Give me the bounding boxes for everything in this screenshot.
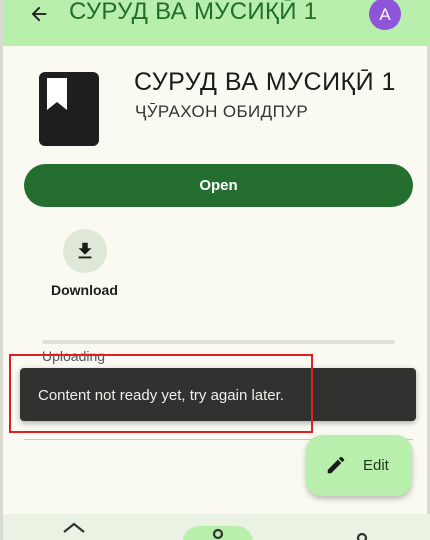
app-screen: СУРУД ВА МУСИҚӢ 1 A СУРУД ВА МУСИҚӢ 1 ҶӮ… — [0, 0, 430, 540]
nav-item-home[interactable] — [61, 514, 87, 540]
top-app-bar: СУРУД ВА МУСИҚӢ 1 A — [3, 0, 430, 46]
open-button[interactable]: Open — [24, 164, 413, 207]
arrow-back-icon — [31, 6, 47, 22]
download-button[interactable] — [63, 229, 107, 273]
nav-item-profile[interactable] — [205, 514, 231, 540]
highlight-box — [9, 354, 313, 433]
edit-fab[interactable]: Edit — [306, 435, 412, 496]
bookmark-icon — [47, 78, 67, 110]
download-icon — [78, 242, 92, 259]
person-pin-icon — [212, 528, 224, 540]
home-icon — [63, 522, 85, 533]
nav-item-account[interactable] — [349, 514, 375, 540]
edit-label: Edit — [363, 457, 389, 474]
bottom-navigation — [3, 514, 430, 540]
book-cover — [39, 72, 99, 146]
page-title: СУРУД ВА МУСИҚӢ 1 — [69, 0, 318, 25]
download-label: Download — [51, 282, 118, 298]
book-author: ҶӮРАХОН ОБИДПУР — [135, 102, 309, 121]
pencil-icon — [327, 456, 345, 474]
avatar[interactable]: A — [369, 0, 401, 30]
person-icon — [356, 532, 368, 540]
back-button[interactable] — [23, 0, 55, 28]
book-title: СУРУД ВА МУСИҚӢ 1 — [134, 68, 396, 96]
upload-progress-bar — [42, 340, 395, 344]
